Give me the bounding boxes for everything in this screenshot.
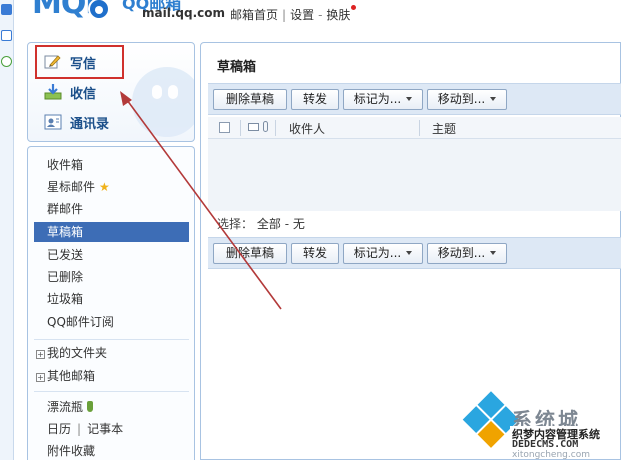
- contacts-button[interactable]: 通讯录: [44, 110, 109, 134]
- header: MQil QQ邮箱 mail.qq.com 邮箱首页 | 设置 - 换肤: [14, 0, 621, 38]
- my-folders-label: 我的文件夹: [47, 346, 108, 360]
- nav-home-link[interactable]: 邮箱首页: [230, 8, 278, 22]
- logo-domain: mail.qq.com: [142, 6, 225, 20]
- penguin-watermark-icon: [132, 67, 194, 137]
- column-separator: [240, 120, 241, 136]
- app-icon[interactable]: [1, 4, 12, 15]
- folder-deleted[interactable]: 已删除: [34, 267, 189, 287]
- mark-as-dropdown[interactable]: 标记为...: [343, 243, 423, 264]
- attachments-link[interactable]: 附件收藏: [34, 441, 189, 461]
- folder-subscriptions[interactable]: QQ邮件订阅: [34, 312, 189, 332]
- delete-draft-button[interactable]: 删除草稿: [213, 89, 287, 110]
- folder-trash[interactable]: 垃圾箱: [34, 289, 189, 309]
- page-title: 草稿箱: [217, 60, 257, 75]
- sidebar-divider: [34, 391, 189, 392]
- other-mailboxes-label: 其他邮箱: [47, 369, 96, 383]
- select-all-checkbox[interactable]: [219, 122, 230, 133]
- top-nav: 邮箱首页 | 设置 - 换肤: [230, 5, 357, 23]
- clock-icon[interactable]: [1, 56, 12, 67]
- watermark-domain: DEDECMS.COM: [512, 439, 579, 450]
- folder-drafts[interactable]: 草稿箱: [34, 222, 189, 242]
- folder-label: 群邮件: [47, 202, 84, 216]
- site-watermark: 系统城 织梦内容管理系统 DEDECMS.COM xitongcheng.com: [462, 391, 621, 460]
- folder-group[interactable]: 群邮件: [34, 199, 189, 219]
- separator: |: [77, 422, 82, 436]
- left-edge-strip: [0, 0, 14, 460]
- nav-settings-link[interactable]: 设置: [290, 8, 314, 22]
- my-folders-toggle[interactable]: + 我的文件夹: [34, 343, 189, 363]
- expand-icon: +: [36, 373, 45, 382]
- nav-separator: -: [318, 8, 323, 22]
- folder-inbox[interactable]: 收件箱: [34, 155, 189, 175]
- attachment-icon: [263, 121, 268, 132]
- move-to-dropdown[interactable]: 移动到...: [427, 89, 507, 110]
- mail-list-empty: [208, 139, 621, 211]
- nav-skin-link[interactable]: 换肤: [326, 8, 350, 22]
- star-icon: ★: [99, 180, 110, 194]
- folder-label: 收件箱: [47, 158, 84, 172]
- column-subject[interactable]: 主题: [432, 120, 456, 137]
- chevron-down-icon: [406, 251, 413, 255]
- move-to-dropdown[interactable]: 移动到...: [427, 243, 507, 264]
- nav-separator: |: [282, 8, 287, 22]
- folder-label: 已删除: [47, 270, 84, 284]
- mark-as-label: 标记为...: [353, 246, 402, 260]
- notification-dot: [351, 5, 357, 10]
- bottom-toolbar: 删除草稿 转发 标记为... 移动到...: [208, 237, 621, 269]
- contacts-label: 通讯录: [70, 116, 110, 132]
- mark-as-dropdown[interactable]: 标记为...: [343, 89, 423, 110]
- folder-starred[interactable]: 星标邮件 ★: [34, 177, 189, 197]
- sidebar-folder-list: 收件箱 星标邮件 ★ 群邮件 草稿箱 已发送 已删除 垃圾箱 QQ邮件订阅 + 我的…: [27, 146, 195, 460]
- folder-label: 草稿箱: [47, 225, 84, 239]
- envelope-icon: [248, 123, 259, 131]
- chevron-down-icon: [490, 251, 497, 255]
- column-separator: [275, 120, 276, 136]
- column-recipient[interactable]: 收件人: [289, 120, 325, 137]
- other-mailboxes-toggle[interactable]: + 其他邮箱: [34, 366, 189, 386]
- select-all-link[interactable]: 全部: [257, 217, 281, 231]
- folder-sent[interactable]: 已发送: [34, 245, 189, 265]
- column-separator: [419, 120, 420, 136]
- receive-button[interactable]: 收信: [44, 80, 96, 104]
- receive-label: 收信: [70, 86, 97, 102]
- notepad-link[interactable]: 记事本: [87, 422, 123, 436]
- bottle-icon: [87, 401, 94, 412]
- select-label: 选择：: [217, 217, 254, 231]
- compose-highlight-box: [35, 45, 124, 79]
- select-row: 选择： 全部 - 无: [217, 215, 305, 232]
- table-header: 收件人 主题: [208, 117, 621, 139]
- calendar-link[interactable]: 日历: [47, 422, 71, 436]
- folder-label: 星标邮件: [47, 180, 96, 194]
- folder-label: QQ邮件订阅: [47, 315, 114, 329]
- calendar-notepad-row: 日历 | 记事本: [34, 419, 189, 439]
- delete-draft-button[interactable]: 删除草稿: [213, 243, 287, 264]
- drift-bottle-link[interactable]: 漂流瓶: [34, 397, 189, 417]
- sidebar-divider: [34, 339, 189, 340]
- expand-icon: +: [36, 350, 45, 359]
- folder-label: 垃圾箱: [47, 292, 84, 306]
- top-toolbar: 删除草稿 转发 标记为... 移动到...: [208, 83, 621, 115]
- move-to-label: 移动到...: [437, 246, 486, 260]
- drift-bottle-label: 漂流瓶: [47, 400, 84, 414]
- inbox-download-icon: [44, 83, 62, 101]
- move-to-label: 移动到...: [437, 92, 486, 106]
- forward-button[interactable]: 转发: [291, 89, 339, 110]
- select-dash: -: [284, 217, 290, 231]
- attachments-label: 附件收藏: [47, 444, 96, 458]
- forward-button[interactable]: 转发: [291, 243, 339, 264]
- mark-as-label: 标记为...: [353, 92, 402, 106]
- watermark-url: xitongcheng.com: [512, 450, 590, 460]
- contacts-icon: [44, 113, 62, 131]
- chevron-down-icon: [406, 97, 413, 101]
- chevron-down-icon: [490, 97, 497, 101]
- select-none-link[interactable]: 无: [293, 217, 305, 231]
- calendar-icon[interactable]: [1, 30, 12, 41]
- folder-label: 已发送: [47, 248, 84, 262]
